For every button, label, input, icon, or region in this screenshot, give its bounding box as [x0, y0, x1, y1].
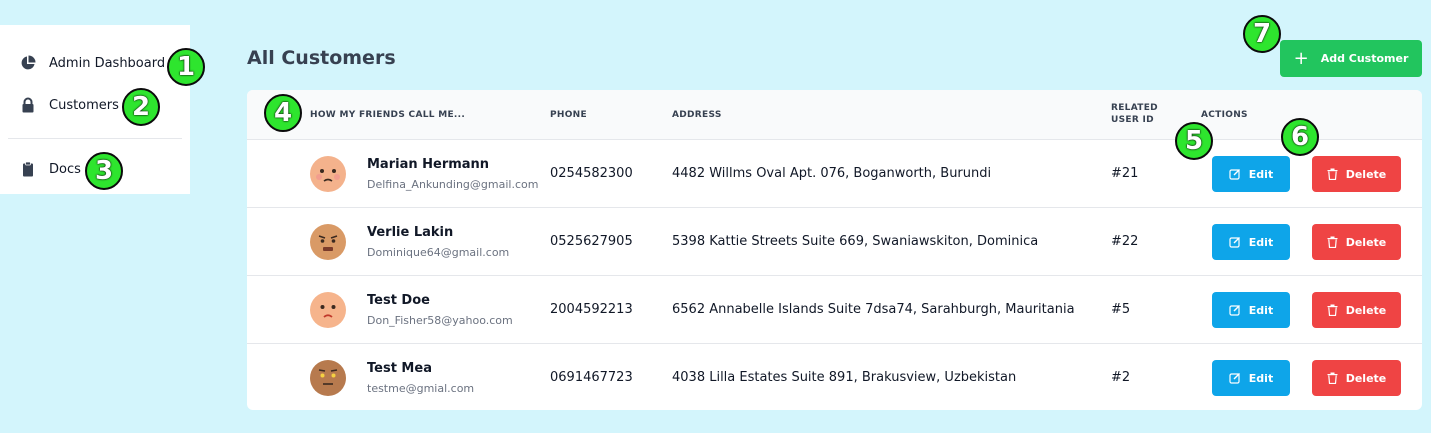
customer-address: 6562 Annabelle Islands Suite 7dsa74, Sar…: [672, 302, 1075, 317]
edit-icon: [1229, 237, 1240, 248]
plus-icon: +: [1293, 47, 1309, 69]
delete-label: Delete: [1345, 303, 1387, 317]
delete-label: Delete: [1345, 371, 1387, 385]
edit-icon: [1229, 373, 1240, 384]
avatar: [310, 156, 346, 192]
header-related-line2: USER ID: [1111, 115, 1154, 125]
delete-button[interactable]: Delete: [1312, 292, 1401, 328]
customer-name: Test Mea: [367, 361, 432, 376]
customer-name: Marian Hermann: [367, 157, 490, 172]
annotation-marker-2: 2: [122, 88, 160, 126]
clipboard-icon: [20, 161, 36, 177]
edit-icon: [1229, 169, 1240, 180]
header-related-line1: RELATED: [1111, 103, 1158, 113]
delete-label: Delete: [1345, 235, 1387, 249]
table-row: Test Doe Don_Fisher58@yahoo.com 20045922…: [247, 276, 1422, 344]
header-address: ADDRESS: [672, 110, 722, 120]
customer-user-id: #5: [1111, 302, 1131, 317]
trash-icon: [1327, 304, 1338, 316]
add-customer-button[interactable]: + Add Customer: [1280, 40, 1422, 77]
customer-phone: 2004592213: [550, 302, 633, 317]
annotation-marker-6: 6: [1281, 118, 1319, 156]
sidebar-item-admin-dashboard[interactable]: Admin Dashboard: [20, 55, 165, 71]
header-phone: PHONE: [550, 110, 587, 120]
sidebar-item-label: Customers: [49, 97, 119, 113]
edit-button[interactable]: Edit: [1212, 156, 1290, 192]
trash-icon: [1327, 168, 1338, 180]
edit-button[interactable]: Edit: [1212, 292, 1290, 328]
edit-button[interactable]: Edit: [1212, 360, 1290, 396]
customer-email: testme@gmial.com: [367, 382, 475, 395]
page-title: All Customers: [247, 47, 396, 69]
avatar: [310, 292, 346, 328]
customer-user-id: #2: [1111, 370, 1131, 385]
customer-name: Test Doe: [367, 293, 430, 308]
customer-address: 5398 Kattie Streets Suite 669, Swaniawsk…: [672, 234, 1039, 249]
customer-user-id: #22: [1111, 234, 1139, 249]
table-row: Marian Hermann Delfina_Ankunding@gmail.c…: [247, 140, 1422, 208]
sidebar-divider: [8, 138, 182, 139]
edit-label: Edit: [1248, 371, 1274, 385]
header-name: HOW MY FRIENDS CALL ME...: [310, 110, 466, 120]
delete-label: Delete: [1345, 167, 1387, 181]
edit-button[interactable]: Edit: [1212, 224, 1290, 260]
add-customer-label: Add Customer: [1320, 52, 1409, 65]
customer-name: Verlie Lakin: [367, 225, 454, 240]
trash-icon: [1327, 236, 1338, 248]
customer-phone: 0254582300: [550, 166, 633, 181]
customer-phone: 0525627905: [550, 234, 633, 249]
delete-button[interactable]: Delete: [1312, 360, 1401, 396]
customer-email: Dominique64@gmail.com: [367, 246, 510, 259]
table-row: Verlie Lakin Dominique64@gmail.com 05256…: [247, 208, 1422, 276]
table-row: Test Mea testme@gmial.com 0691467723 403…: [247, 344, 1422, 410]
customers-table: HOW MY FRIENDS CALL ME... PHONE ADDRESS …: [247, 90, 1422, 410]
delete-button[interactable]: Delete: [1312, 156, 1401, 192]
annotation-marker-3: 3: [85, 152, 123, 190]
customer-address: 4482 Willms Oval Apt. 076, Boganworth, B…: [672, 166, 992, 181]
delete-button[interactable]: Delete: [1312, 224, 1401, 260]
header-actions: ACTIONS: [1201, 110, 1248, 120]
customer-email: Don_Fisher58@yahoo.com: [367, 314, 513, 327]
annotation-marker-4: 4: [264, 94, 302, 132]
pie-chart-icon: [20, 55, 36, 71]
sidebar-item-docs[interactable]: Docs: [20, 161, 81, 177]
trash-icon: [1327, 372, 1338, 384]
sidebar-item-label: Admin Dashboard: [49, 55, 166, 71]
edit-icon: [1229, 305, 1240, 316]
edit-label: Edit: [1248, 167, 1274, 181]
sidebar-item-label: Docs: [49, 161, 81, 177]
annotation-marker-7: 7: [1243, 15, 1281, 53]
annotation-marker-1: 1: [167, 48, 205, 86]
avatar: [310, 224, 346, 260]
customer-user-id: #21: [1111, 166, 1139, 181]
customer-address: 4038 Lilla Estates Suite 891, Brakusview…: [672, 370, 1017, 385]
lock-icon: [20, 97, 36, 113]
sidebar-item-customers[interactable]: Customers: [20, 97, 119, 113]
edit-label: Edit: [1248, 235, 1274, 249]
edit-label: Edit: [1248, 303, 1274, 317]
header-related-user-id: RELATED USER ID: [1111, 102, 1158, 126]
table-header: HOW MY FRIENDS CALL ME... PHONE ADDRESS …: [247, 90, 1422, 140]
avatar: [310, 360, 346, 396]
annotation-marker-5: 5: [1175, 122, 1213, 160]
customer-email: Delfina_Ankunding@gmail.com: [367, 178, 539, 191]
customer-phone: 0691467723: [550, 370, 633, 385]
